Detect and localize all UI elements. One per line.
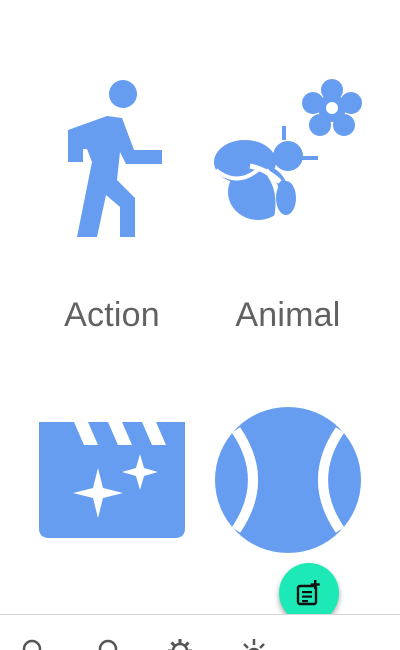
category-tile-animal[interactable]: Animal: [198, 70, 378, 340]
category-tile-action[interactable]: Action: [22, 70, 202, 340]
walking-person-icon: [68, 80, 162, 237]
search-icon[interactable]: [96, 637, 124, 650]
bee-flower-icon: [214, 79, 362, 221]
clapperboard-sparkle-icon: [39, 422, 185, 538]
category-screen: Action Animal: [0, 0, 400, 650]
settings-icon[interactable]: [166, 637, 194, 650]
bottom-navigation: [0, 614, 400, 650]
search-icon[interactable]: [20, 637, 48, 650]
category-label: Action: [64, 296, 160, 334]
tips-icon[interactable]: [240, 637, 268, 650]
tennis-ball-icon: [215, 407, 361, 553]
add-note-icon: [296, 580, 320, 606]
category-tile-clapperboard[interactable]: [22, 400, 202, 580]
category-tile-sports[interactable]: [198, 400, 378, 580]
category-label: Animal: [235, 296, 341, 334]
